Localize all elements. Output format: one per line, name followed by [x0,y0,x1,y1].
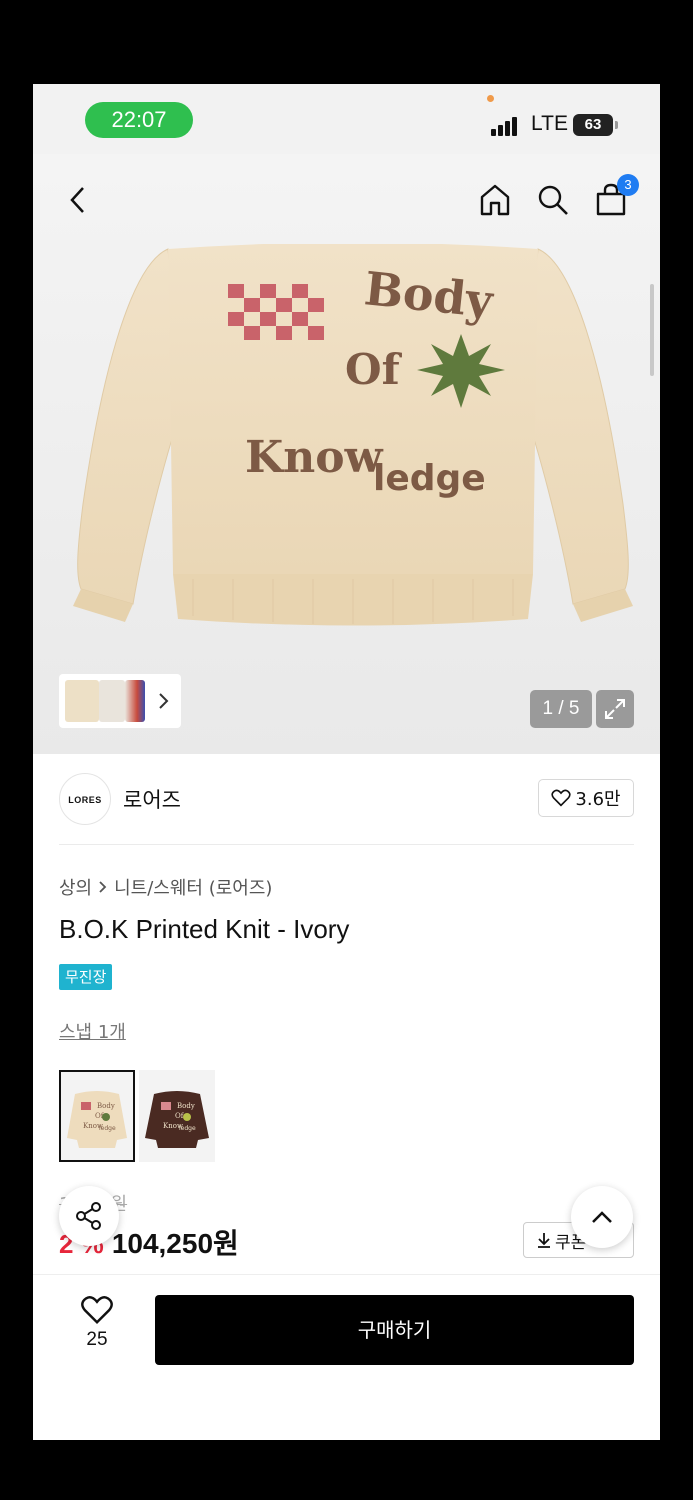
scrollbar[interactable] [650,284,654,376]
network-label: LTE [531,112,568,135]
privacy-indicator [487,95,494,102]
back-button[interactable] [59,180,99,220]
buy-button[interactable]: 구매하기 [155,1295,634,1365]
search-button[interactable] [533,180,573,220]
product-title: B.O.K Printed Knit - Ivory [59,914,350,944]
expand-icon [605,699,625,719]
breadcrumb-category[interactable]: 상의 [59,874,92,900]
option-brown-text-body: Body [177,1102,195,1110]
signal-icon [491,114,523,136]
color-option-ivory[interactable]: Body Of Know ledge [59,1070,135,1162]
chevron-right-icon [99,881,107,893]
snap-link[interactable]: 스냅 1개 [59,1018,126,1044]
brand-like-button[interactable]: 3.6만 [538,779,634,817]
status-bar: 22:07 LTE 63 [33,84,660,154]
shipping-badge: 무진장 [59,964,113,990]
print-text-know: Know [245,432,384,483]
bottom-action-bar: 25 구매하기 [33,1274,660,1440]
search-icon [538,185,568,215]
print-text-of: Of [345,345,403,394]
share-button[interactable] [59,1186,119,1246]
thumbnail-1[interactable] [65,680,99,722]
chevron-right-icon[interactable] [157,688,171,714]
brand-name[interactable]: 로어즈 [123,784,181,814]
option-image-ivory: Body Of Know ledge [61,1072,133,1160]
option-brown-text-ledge: ledge [179,1125,196,1132]
back-icon [70,187,84,213]
status-time[interactable]: 22:07 [85,102,193,138]
option-ivory-text-body: Body [97,1102,115,1110]
expand-button[interactable] [596,690,634,728]
brand-like-count: 3.6만 [575,789,621,810]
wishlist-count: 25 [86,1329,108,1350]
cart-button[interactable]: 3 [591,174,639,220]
product-gallery[interactable]: Body Of Know ledge 3 1 / 5 [33,154,660,754]
wishlist-button[interactable]: 25 [73,1295,121,1365]
battery-icon: 63 [573,114,613,136]
heart-icon [81,1296,113,1325]
scroll-top-button[interactable] [571,1186,633,1248]
download-icon [538,1233,550,1248]
product-image[interactable]: Body Of Know ledge [73,244,633,684]
color-option-brown[interactable]: Body Of Know ledge [139,1070,215,1162]
chevron-up-icon [592,1211,612,1223]
sale-price: 104,250원 [111,1228,239,1259]
share-icon [76,1202,101,1230]
thumbnail-2[interactable] [99,680,125,722]
cart-count-badge: 3 [617,174,639,196]
option-ivory-text-ledge: ledge [99,1125,116,1132]
option-image-brown: Body Of Know ledge [139,1070,215,1162]
print-text-ledge: ledge [373,458,486,499]
breadcrumb: 상의 니트/스웨터 (로어즈) [59,874,272,900]
divider [59,844,634,845]
battery-tip [615,121,618,129]
home-icon [480,184,510,216]
image-thumbnail-strip[interactable] [59,674,181,728]
image-counter: 1 / 5 [530,690,592,728]
brand-logo[interactable]: LORES [59,773,111,825]
thumbnail-3[interactable] [125,680,145,722]
heart-icon [551,789,572,807]
home-button[interactable] [475,180,515,220]
breadcrumb-subcategory[interactable]: 니트/스웨터 (로어즈) [114,874,272,900]
app-screen: 22:07 LTE 63 Body Of Know ledge 3 1 / 5 … [33,84,660,1440]
